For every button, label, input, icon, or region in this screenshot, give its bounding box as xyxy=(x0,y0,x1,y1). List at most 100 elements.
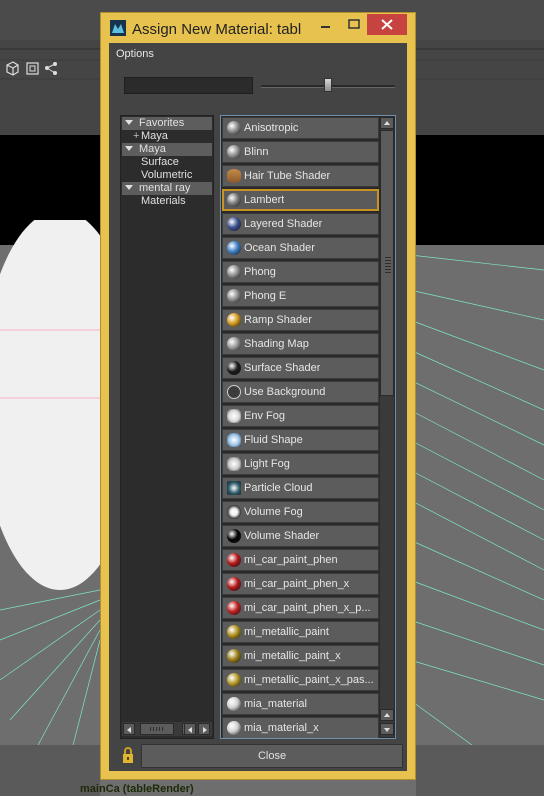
material-item[interactable]: Anisotropic xyxy=(222,117,379,139)
scroll-left-button[interactable] xyxy=(123,723,135,735)
expand-arrow-icon[interactable] xyxy=(125,185,133,190)
material-label: Lambert xyxy=(244,194,285,206)
material-item[interactable]: Ocean Shader xyxy=(222,237,379,259)
lock-icon[interactable] xyxy=(121,746,135,764)
close-button[interactable]: Close xyxy=(141,744,403,768)
tree-subcategory[interactable]: Surface xyxy=(122,156,212,169)
material-item[interactable]: Surface Shader xyxy=(222,357,379,379)
cube-icon xyxy=(6,61,19,76)
minimize-button[interactable] xyxy=(313,14,339,35)
material-item[interactable]: Phong xyxy=(222,261,379,283)
material-item[interactable]: mi_car_paint_phen xyxy=(222,549,379,571)
material-item[interactable]: Use Background xyxy=(222,381,379,403)
maya-app-icon xyxy=(110,20,126,36)
slider-thumb[interactable] xyxy=(324,78,332,92)
assign-material-dialog: Assign New Material: tabl Options Favori… xyxy=(100,12,416,780)
scroll-left-end-button[interactable] xyxy=(184,723,196,735)
scroll-up-end-button[interactable] xyxy=(380,709,394,721)
material-label: Volume Shader xyxy=(244,530,320,542)
material-item[interactable]: mia_material xyxy=(222,693,379,715)
scroll-right-end-button[interactable] xyxy=(198,723,210,735)
material-item[interactable]: mi_metallic_paint xyxy=(222,621,379,643)
sphere-gold-icon xyxy=(227,625,241,639)
material-label: Shading Map xyxy=(244,338,309,350)
material-label: mi_car_paint_phen_x xyxy=(244,578,350,590)
material-label: Phong xyxy=(244,266,276,278)
material-label: Anisotropic xyxy=(244,122,299,134)
list-vertical-scrollbar[interactable] xyxy=(380,117,394,737)
material-item[interactable]: Ramp Shader xyxy=(222,309,379,331)
sphere-layered-icon xyxy=(227,217,241,231)
maximize-button[interactable] xyxy=(341,14,367,35)
expand-plus-icon[interactable]: + xyxy=(133,130,139,143)
sphere-gold-icon xyxy=(227,673,241,687)
tree-category[interactable]: Favorites xyxy=(122,117,212,130)
material-label: Use Background xyxy=(244,386,326,398)
menu-options[interactable]: Options xyxy=(116,48,154,60)
material-item[interactable]: mi_car_paint_phen_x xyxy=(222,573,379,595)
filter-input[interactable] xyxy=(124,77,253,94)
material-item[interactable]: Volume Fog xyxy=(222,501,379,523)
material-item[interactable]: Lambert xyxy=(222,189,379,211)
material-item[interactable]: Light Fog xyxy=(222,453,379,475)
material-label: Ocean Shader xyxy=(244,242,315,254)
tree-scroll-thumb[interactable] xyxy=(140,723,174,735)
volume-fog-icon xyxy=(227,505,241,519)
sphere-flat-icon xyxy=(227,337,241,351)
expand-arrow-icon[interactable] xyxy=(125,120,133,125)
title-bar[interactable]: Assign New Material: tabl xyxy=(101,13,415,43)
menu-bar: Options xyxy=(109,43,407,65)
sphere-grey-icon xyxy=(227,193,241,207)
material-item[interactable]: Particle Cloud xyxy=(222,477,379,499)
tree-category[interactable]: mental ray xyxy=(122,182,212,195)
tree-label: Surface xyxy=(141,156,179,168)
list-scroll-thumb[interactable] xyxy=(380,130,394,396)
tree-label: Maya xyxy=(141,130,168,142)
material-label: mia_material_x xyxy=(244,722,319,734)
material-label: Hair Tube Shader xyxy=(244,170,331,182)
material-label: mi_metallic_paint_x xyxy=(244,650,341,662)
material-item[interactable]: Phong E xyxy=(222,285,379,307)
tree-horizontal-scrollbar[interactable] xyxy=(122,722,212,736)
fluid-icon xyxy=(227,433,241,447)
share-icon xyxy=(45,62,57,75)
tree-label: Materials xyxy=(141,195,186,207)
sphere-white-icon xyxy=(227,721,241,735)
tree-subcategory[interactable]: Volumetric xyxy=(122,169,212,182)
icon-size-slider[interactable] xyxy=(261,77,395,95)
env-fog-icon xyxy=(227,409,241,423)
tree-category[interactable]: Maya xyxy=(122,143,212,156)
tree-subcategory[interactable]: + Maya xyxy=(122,130,212,143)
material-item[interactable]: mi_metallic_paint_x_pas... xyxy=(222,669,379,691)
material-item[interactable]: Shading Map xyxy=(222,333,379,355)
material-item[interactable]: Env Fog xyxy=(222,405,379,427)
close-window-button[interactable] xyxy=(367,14,407,35)
ramp-icon xyxy=(227,313,241,327)
dialog-client: Options Favorites + Maya Maya Surface Volumet… xyxy=(109,43,407,771)
scroll-down-button[interactable] xyxy=(380,723,394,735)
material-label: Layered Shader xyxy=(244,218,323,230)
material-item[interactable]: Blinn xyxy=(222,141,379,163)
tree-subcategory[interactable]: Materials xyxy=(122,195,212,208)
sphere-red-icon xyxy=(227,577,241,591)
scroll-up-button[interactable] xyxy=(380,117,394,129)
sphere-dark-icon xyxy=(227,361,241,375)
material-item[interactable]: Fluid Shape xyxy=(222,429,379,451)
material-label: Blinn xyxy=(244,146,269,158)
sphere-white-icon xyxy=(227,697,241,711)
sphere-grey-icon xyxy=(227,289,241,303)
expand-arrow-icon[interactable] xyxy=(125,146,133,151)
material-item[interactable]: mi_metallic_paint_x xyxy=(222,645,379,667)
material-label: Fluid Shape xyxy=(244,434,303,446)
material-item[interactable]: Hair Tube Shader xyxy=(222,165,379,187)
material-item[interactable]: Volume Shader xyxy=(222,525,379,547)
material-label: Volume Fog xyxy=(244,506,303,518)
sphere-grey-icon xyxy=(227,145,241,159)
material-item[interactable]: Layered Shader xyxy=(222,213,379,235)
material-item[interactable]: mi_car_paint_phen_x_p... xyxy=(222,597,379,619)
material-item[interactable]: mia_material_x xyxy=(222,717,379,738)
material-label: mi_car_paint_phen xyxy=(244,554,338,566)
material-list: Anisotropic Blinn Hair Tube Shader Lambert L… xyxy=(220,115,396,739)
tree-label: mental ray xyxy=(139,182,191,194)
sphere-red-icon xyxy=(227,553,241,567)
